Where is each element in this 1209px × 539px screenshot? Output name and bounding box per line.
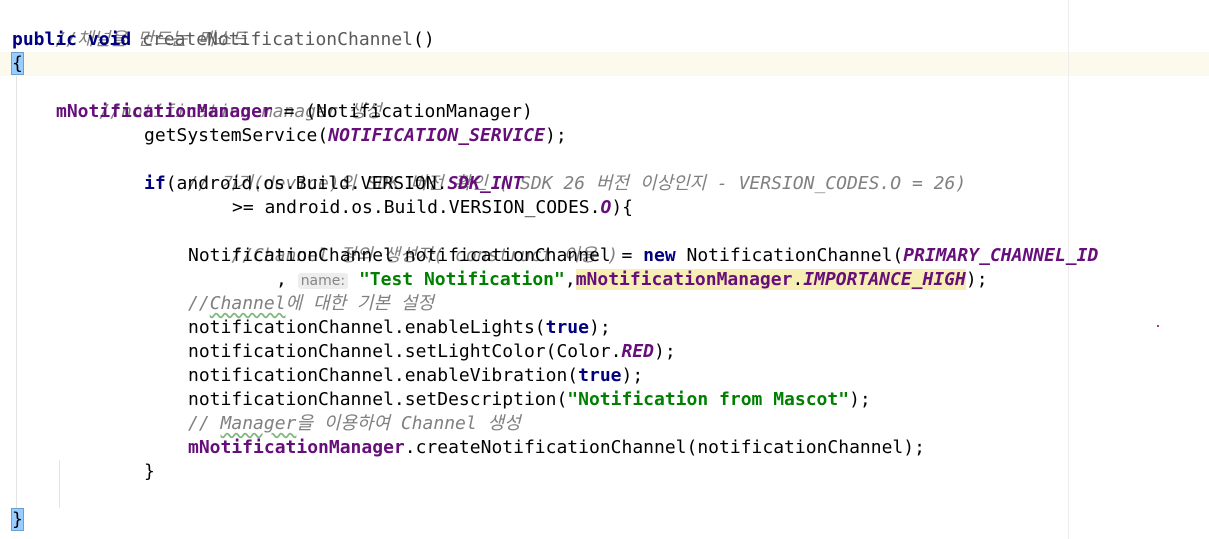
code-line: notificationChannel.setDescription("Noti…	[188, 389, 871, 410]
field-reference: mNotificationManager	[575, 269, 793, 290]
spelling-typo-word: Manager	[220, 413, 297, 434]
field-reference: mNotificationManager	[188, 437, 405, 458]
code-line: notificationChannel.enableLights(true);	[188, 317, 611, 338]
constant-reference: PRIMARY_CHANNEL_ID	[903, 245, 1099, 266]
code-line: notificationChannel.enableVibration(true…	[188, 365, 644, 386]
code-line: NotificationChannel notificationChannel …	[188, 245, 1099, 266]
code-line: //notification manager 생성	[56, 76, 381, 122]
code-line: // 기기(device)의 SDK 버전 확인 ( SDK 26 버전 이상인…	[144, 148, 966, 194]
code-line: mNotificationManager = (NotificationMana…	[56, 101, 533, 122]
string-literal: "Test Notification"	[358, 269, 565, 290]
code-line: >= android.os.Build.VERSION_CODES.O){	[232, 197, 633, 218]
constant-reference: NOTIFICATION_SERVICE	[328, 125, 545, 146]
code-line: // Manager을 이용하여 Channel 생성	[188, 413, 521, 434]
spelling-typo-word: Channel	[209, 293, 286, 314]
code-line: //Channel에 대한 기본 설정	[188, 293, 434, 314]
parameter-name-hint: name:	[297, 273, 349, 289]
matched-brace: {	[11, 52, 24, 75]
code-line: {	[11, 52, 24, 76]
error-stripe-marker	[1157, 325, 1159, 327]
constant-reference: SDK_INT	[447, 173, 524, 194]
code-line: notificationChannel.setLightColor(Color.…	[188, 341, 676, 362]
indent-guide	[59, 460, 60, 508]
code-editor[interactable]: //채널을 만드는 메소드 public void createNotifica…	[0, 0, 1209, 539]
matched-brace: }	[11, 508, 24, 531]
keyword-void: void	[87, 29, 132, 50]
code-line: public void createNotificationChannel()	[12, 29, 435, 50]
code-line: //채널을 만드는 메소드	[12, 4, 247, 50]
code-line: , name: "Test Notification",mNotificatio…	[276, 269, 988, 290]
keyword-public: public	[12, 29, 78, 50]
code-line: }	[11, 508, 24, 532]
keyword-new: new	[643, 245, 676, 266]
code-line: mNotificationManager.createNotificationC…	[188, 437, 925, 458]
keyword-true: true	[578, 365, 622, 386]
caret-line-highlight	[0, 52, 1209, 76]
code-line: if(android.os.Build.VERSION.SDK_INT	[144, 173, 524, 194]
code-line: //Channel 정의 생성자( construct 이용 )	[188, 220, 618, 266]
constant-reference: O	[600, 197, 612, 218]
usage-highlight: mNotificationManager.IMPORTANCE_HIGH	[575, 269, 966, 290]
keyword-true: true	[545, 317, 589, 338]
code-line: }	[144, 461, 155, 482]
string-literal: "Notification from Mascot"	[567, 389, 850, 410]
code-line: getSystemService(NOTIFICATION_SERVICE);	[144, 125, 567, 146]
indent-guide	[16, 76, 17, 508]
constant-reference: IMPORTANCE_HIGH	[803, 269, 966, 290]
keyword-if: if	[144, 173, 166, 194]
method-name: createNotificationChannel	[142, 29, 414, 50]
right-margin-guide	[1068, 0, 1069, 539]
field-reference: mNotificationManager	[56, 101, 273, 122]
constant-reference: RED	[621, 341, 654, 362]
